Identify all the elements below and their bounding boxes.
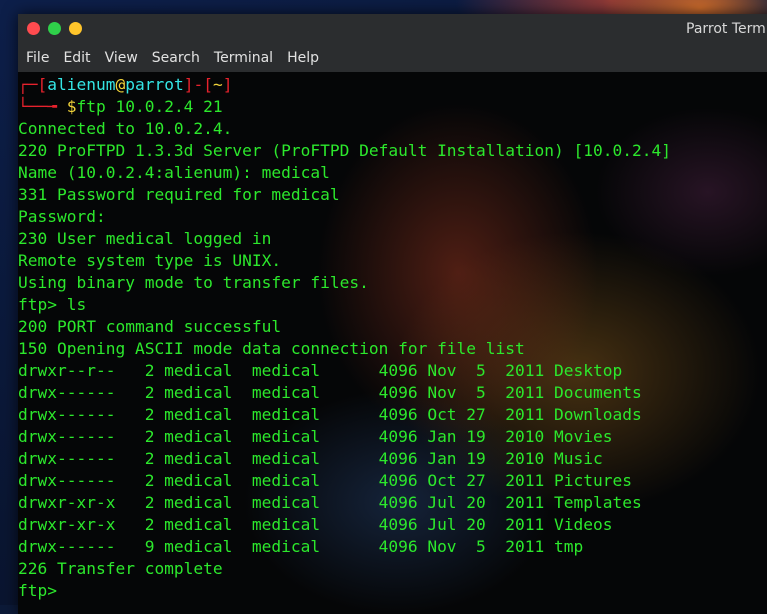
prompt-line-top: ┌─[alienum@parrot]-[~] — [18, 74, 671, 96]
output-line: drwx------ 9 medical medical 4096 Nov 5 … — [18, 537, 584, 556]
prompt-host: parrot — [125, 75, 184, 94]
output-line: drwxr-xr-x 2 medical medical 4096 Jul 20… — [18, 493, 642, 512]
output-line: Using binary mode to transfer files. — [18, 273, 369, 292]
output-line: ftp> — [18, 581, 57, 600]
menu-search[interactable]: Search — [152, 50, 208, 66]
menu-file[interactable]: File — [26, 50, 57, 66]
output-lines: Connected to 10.0.2.4. 220 ProFTPD 1.3.3d… — [18, 118, 671, 602]
output-line: drwx------ 2 medical medical 4096 Jan 19… — [18, 427, 613, 446]
menu-view[interactable]: View — [105, 50, 146, 66]
menu-terminal[interactable]: Terminal — [214, 50, 281, 66]
terminal-output-area[interactable]: ┌─[alienum@parrot]-[~] └──╼ $ftp 10.0.2.… — [18, 72, 767, 614]
output-line: drwxr--r-- 2 medical medical 4096 Nov 5 … — [18, 361, 623, 380]
window-title: Parrot Term — [686, 21, 766, 37]
prompt-user: alienum — [47, 75, 116, 94]
output-line: Connected to 10.0.2.4. — [18, 119, 233, 138]
output-line: 331 Password required for medical — [18, 185, 340, 204]
output-line: drwx------ 2 medical medical 4096 Nov 5 … — [18, 383, 642, 402]
prompt-open-bracket: [ — [37, 75, 48, 94]
minimize-window-button[interactable] — [48, 22, 61, 35]
prompt-arrow-icon: └──╼ — [18, 97, 67, 116]
output-line: drwxr-xr-x 2 medical medical 4096 Jul 20… — [18, 515, 613, 534]
output-line: 200 PORT command successful — [18, 317, 282, 336]
terminal-lines: ┌─[alienum@parrot]-[~] └──╼ $ftp 10.0.2.… — [18, 74, 671, 602]
output-line: ftp> ls — [18, 295, 87, 314]
maximize-window-button[interactable] — [69, 22, 82, 35]
menu-bar: File Edit View Search Terminal Help — [18, 44, 767, 72]
prompt-command: ftp 10.0.2.4 21 — [76, 97, 223, 116]
prompt-at: @ — [115, 75, 126, 94]
output-line: 226 Transfer complete — [18, 559, 223, 578]
output-line: drwx------ 2 medical medical 4096 Oct 27… — [18, 405, 642, 424]
menu-help[interactable]: Help — [287, 50, 327, 66]
output-line: 150 Opening ASCII mode data connection f… — [18, 339, 525, 358]
output-line: Remote system type is UNIX. — [18, 251, 282, 270]
prompt-corner: ┌─ — [18, 75, 38, 94]
prompt-dir: ~ — [212, 75, 223, 94]
output-line: drwx------ 2 medical medical 4096 Jan 19… — [18, 449, 603, 468]
prompt-close-bracket: ] — [222, 75, 233, 94]
output-line: 220 ProFTPD 1.3.3d Server (ProFTPD Defau… — [18, 141, 671, 160]
output-line: Password: — [18, 207, 106, 226]
terminal-window[interactable]: Parrot Term File Edit View Search Termin… — [18, 14, 767, 614]
output-line: drwx------ 2 medical medical 4096 Oct 27… — [18, 471, 632, 490]
title-bar[interactable]: Parrot Term — [18, 14, 767, 44]
prompt-line-command: └──╼ $ftp 10.0.2.4 21 — [18, 96, 671, 118]
output-line: Name (10.0.2.4:alienum): medical — [18, 163, 330, 182]
menu-edit[interactable]: Edit — [63, 50, 98, 66]
output-line: 230 User medical logged in — [18, 229, 272, 248]
prompt-separator: ]-[ — [183, 75, 213, 94]
close-window-button[interactable] — [27, 22, 40, 35]
